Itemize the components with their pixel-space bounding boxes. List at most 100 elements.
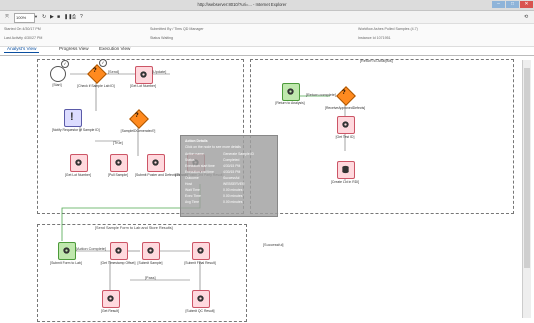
gear-icon: [107, 295, 114, 302]
pull-sample-label: [Pull Sample]: [108, 173, 128, 177]
tab-execution-view[interactable]: Execution View: [96, 45, 133, 52]
tooltip-key: Execution start time: [185, 164, 215, 168]
tooltip-value: 0.00 minutes: [223, 188, 243, 192]
edge-send-label: [Send]: [108, 70, 119, 74]
vertical-scrollbar[interactable]: [522, 60, 531, 318]
submit-result-node[interactable]: [192, 242, 210, 260]
create-lot-node[interactable]: [337, 161, 355, 179]
tooltip-key: Execution end time: [185, 170, 214, 174]
tooltip-value: Completed: [223, 158, 240, 162]
tooltip-title: Action Details: [185, 139, 208, 143]
submit-pos-label: [Submit Poster and Defects Result]: [135, 173, 188, 177]
submit-sample-node[interactable]: [142, 242, 160, 260]
gear-icon: [140, 71, 147, 78]
return-analysis-node[interactable]: [282, 83, 300, 101]
gear-icon: [63, 247, 70, 254]
instance-id: Instance Id 1071951: [358, 36, 391, 40]
print-icon[interactable]: ⎙: [72, 13, 76, 21]
close-button[interactable]: ✕: [520, 1, 533, 8]
tooltip-subtitle: Click on the node to see more details: [185, 145, 241, 149]
status: Status Waiting: [150, 36, 174, 40]
start-label: [Start]: [52, 83, 62, 87]
tooltip-value: 4/30/15 PM: [223, 164, 241, 168]
gear-icon: [152, 159, 159, 166]
play-icon[interactable]: ▶: [50, 13, 54, 21]
workflow-canvas[interactable]: [Return to Analysis] [Send Sample Form t…: [0, 56, 534, 323]
question-icon: ?: [93, 68, 97, 74]
submit-qc-node[interactable]: [192, 290, 210, 308]
receive-approved-label: [ReceiveApprovedDefects]: [325, 106, 366, 110]
tooltip-value: Successful: [223, 176, 240, 180]
view-tabs: Analyst's View Progress View Execution V…: [0, 44, 534, 56]
get-test-label: [Get Test ID]: [335, 135, 355, 139]
submit-sample-label: [Submit Sample]: [137, 261, 163, 265]
edge-action-label: [Action Complete]: [76, 247, 106, 251]
edge-return-label: [Return complete]: [306, 93, 336, 97]
gear-icon: [342, 121, 349, 128]
tooltip-key: Avg Time: [185, 200, 200, 204]
tooltip-value: 4/30/15 PM: [223, 170, 241, 174]
tooltip-key: Action name: [185, 152, 204, 156]
tooltip-value: WEBSERVER: [223, 182, 245, 186]
get-lot-node[interactable]: [135, 66, 153, 84]
started-on: Started On 4/30/17 PM: [4, 27, 41, 31]
gear-icon: [115, 159, 122, 166]
minimize-button[interactable]: –: [492, 1, 505, 8]
get-result-node[interactable]: [102, 290, 120, 308]
pull-sample-node[interactable]: [110, 154, 128, 172]
submitted-by: Submitted By / Tims QD Manager: [150, 27, 204, 31]
return-analysis-label: [Return to Analysis]: [275, 101, 305, 105]
check-icon: ✓: [99, 59, 107, 67]
check-icon: ✓: [61, 60, 69, 68]
window-title: http://webserver:8010/?uri=... - Interne…: [197, 2, 287, 7]
gear-icon: [197, 247, 204, 254]
tab-progress-view[interactable]: Progress View: [56, 45, 92, 52]
notify-node[interactable]: !: [64, 109, 82, 127]
alert-icon: !: [70, 111, 74, 123]
tooltip-key: Status: [185, 158, 195, 162]
scrollbar-thumb[interactable]: [524, 68, 530, 268]
get-timestamp-node[interactable]: [110, 242, 128, 260]
gear-icon: [197, 295, 204, 302]
settings-icon[interactable]: ⟲: [524, 13, 528, 21]
get-lot-node-2[interactable]: [70, 154, 88, 172]
tooltip-key: Outcome: [185, 176, 199, 180]
last-activity: Last Activity 4/30/27 PM: [4, 36, 43, 40]
get-lot-label: [Get Lot Number]: [129, 84, 156, 88]
toolbar: ⤧ 100% ▼ ↻ ▶ ■ ❚❚ ⎙ ? ⟲: [0, 11, 534, 24]
maximize-button[interactable]: □: [506, 1, 519, 8]
check-complete-label: [Check if Sample Lab ID]: [77, 84, 115, 88]
stop-icon[interactable]: ■: [57, 13, 60, 21]
refresh-icon[interactable]: ↻: [42, 13, 46, 21]
zoom-dropdown-icon[interactable]: ▼: [34, 13, 38, 21]
submit-lab-node[interactable]: [58, 242, 76, 260]
submit-result-label: [Submit Final Result]: [184, 261, 216, 265]
tooltip-value: 0.00 minutes: [223, 194, 243, 198]
get-result-label: [Get Result]: [101, 309, 119, 313]
edge-update-label: [Update]: [152, 70, 167, 74]
tooltip-key: Exec Time: [185, 194, 201, 198]
action-details-tooltip: Action Details Click on the node to see …: [180, 135, 278, 217]
gear-icon: [287, 88, 294, 95]
tab-analysts-view[interactable]: Analyst's View: [4, 45, 40, 53]
zoom-select[interactable]: 100%: [14, 13, 35, 23]
tooltip-key: Wait Time: [185, 188, 200, 192]
get-lot-2-label: [Get Lot Number]: [64, 173, 91, 177]
help-icon[interactable]: ?: [80, 13, 83, 21]
gear-icon: [75, 159, 82, 166]
start-node[interactable]: [50, 66, 66, 82]
get-test-node[interactable]: [337, 116, 355, 134]
tooltip-value: Generate Sample ID: [223, 152, 254, 156]
gear-icon: [115, 247, 122, 254]
submit-qc-label: [Submit QC Result]: [185, 309, 215, 313]
sample-generated-label: [SampleIDGenerated?]: [120, 129, 156, 133]
edge-true-label: [True]: [113, 141, 123, 145]
question-icon: ?: [342, 90, 346, 96]
submit-pos-node[interactable]: [147, 154, 165, 172]
notify-label: [Notify Requestor of Sample ID]: [52, 128, 100, 132]
tooltip-value: 0.00 minutes: [223, 200, 243, 204]
database-icon: [342, 165, 349, 174]
question-icon: ?: [135, 113, 139, 119]
fit-icon[interactable]: ⤧: [5, 13, 9, 21]
window-titlebar: http://webserver:8010/?uri=... - Interne…: [0, 0, 534, 11]
